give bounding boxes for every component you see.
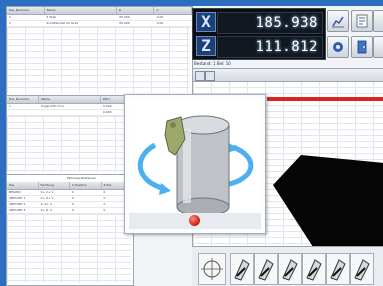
table-cell: 1	[9, 104, 11, 108]
column-header[interactable]: V	[154, 7, 192, 14]
table-cell: ABFAHRT 3	[9, 208, 26, 212]
table-cell: X+ Z- V	[40, 208, 53, 212]
chart-button[interactable]	[327, 10, 349, 32]
tool-icon	[306, 259, 322, 281]
table-cell: X+ Z+ V	[40, 196, 54, 200]
table-cell: 0	[72, 208, 74, 212]
toolbar-gear-icon	[333, 42, 343, 52]
tool-icon	[234, 259, 250, 281]
position-display: X 185.938 Z 111.812	[192, 8, 326, 60]
side-button-top[interactable]	[373, 10, 383, 32]
table-body: BEGINN X+ 2+ V 0 0 ABFAHRT 1 X+ Z+ V 0 0…	[7, 190, 133, 214]
tool-table-panel: Pos. Nummer Name Wert 1 Kugel (Ø5 mm) 0.…	[6, 95, 134, 175]
tool-button[interactable]	[326, 253, 350, 285]
axis-value-z: 111.812	[255, 39, 318, 55]
table-title: Fahrweg Positionen	[67, 176, 97, 180]
table-cell: X+ 2+ V	[40, 190, 54, 194]
axis-readout-x: 185.938	[217, 12, 323, 34]
toolbar-list-icon	[356, 14, 368, 28]
graph-toolbar-button[interactable]	[195, 71, 205, 81]
table-cell: 05.000	[119, 21, 130, 25]
table-cell: 0	[72, 202, 74, 206]
path-table-panel: Fahrweg Positionen Pos. Richtung X Posit…	[6, 174, 134, 286]
table-cell: ABFAHRT 2	[9, 202, 26, 206]
table-cell: BEGINN	[9, 190, 21, 194]
toolbar-door-icon	[357, 40, 367, 54]
table-cell	[39, 110, 101, 115]
table-cell: ABFAHRT 1	[9, 196, 26, 200]
table-cell: 05.000	[119, 15, 130, 19]
column-header[interactable]: Richtung	[39, 182, 70, 189]
tool-strip	[192, 246, 383, 286]
tool-icon	[330, 259, 346, 281]
part-preview-dialog	[124, 94, 266, 234]
tool-button[interactable]	[350, 253, 374, 285]
exit-button[interactable]	[351, 36, 373, 58]
settings-button[interactable]	[327, 36, 349, 58]
table-cell	[7, 110, 39, 115]
application-window: Pos. Nummer Name D V 1 5 Stab 05.000 0.0…	[6, 6, 383, 286]
table-empty-area	[7, 27, 190, 93]
progress-bar	[267, 97, 383, 101]
crosshair-icon	[201, 258, 223, 280]
tool-button[interactable]	[230, 253, 254, 285]
position-table-panel: Pos. Nummer Name D V 1 5 Stab 05.000 0.0…	[6, 6, 193, 96]
table-cell: X- Z+ V	[40, 202, 53, 206]
table-header: Pos. Richtung X Position Z Pos	[7, 182, 133, 190]
axis-label-z: Z	[196, 36, 216, 56]
column-header[interactable]: Name	[45, 7, 117, 14]
tool-button[interactable]	[302, 253, 326, 285]
table-header: Pos. Nummer Name Wert	[7, 96, 133, 104]
machine-profile-shape	[273, 155, 383, 247]
table-header: Pos. Nummer Name D V	[7, 7, 192, 15]
tool-button[interactable]	[254, 253, 278, 285]
tool-icon	[282, 259, 298, 281]
part-3d-preview	[129, 99, 261, 229]
table-cell: 0.00	[156, 15, 164, 19]
table-cell: 0	[72, 196, 74, 200]
table-cell: 1	[9, 15, 11, 19]
side-button-bottom[interactable]	[373, 36, 383, 58]
axis-label-x: X	[196, 12, 216, 32]
tool-icon	[258, 259, 274, 281]
table-cell: 5 Stab	[46, 15, 57, 19]
table-cell: 0	[72, 190, 74, 194]
close-button-icon[interactable]	[189, 215, 200, 226]
list-button[interactable]	[351, 10, 373, 32]
column-header[interactable]: X Position	[70, 182, 102, 189]
tool-icon	[354, 259, 370, 281]
tool-button[interactable]	[278, 253, 302, 285]
column-header[interactable]: Pos.	[7, 182, 39, 189]
toolbar-chart-icon	[332, 16, 344, 28]
table-cell: Schaltwinkel 20 Grad	[46, 21, 79, 25]
status-text: Bestand: 1 Bel: 10	[194, 61, 231, 66]
crosshair-button[interactable]	[198, 253, 226, 285]
table-cell: Kugel (Ø5 mm)	[41, 104, 64, 108]
table-cell: 0.00	[156, 21, 164, 25]
graph-toolbar-button[interactable]	[205, 71, 215, 81]
table-empty-area	[7, 214, 131, 283]
table-empty-area	[7, 116, 131, 172]
axis-value-x: 185.938	[255, 15, 318, 31]
table-cell: 2	[9, 21, 11, 25]
column-header[interactable]: D	[117, 7, 155, 14]
column-header[interactable]: Name	[39, 96, 101, 103]
graph-toolbar	[193, 69, 383, 82]
column-header[interactable]: Pos. Nummer	[7, 96, 40, 103]
axis-readout-z: 111.812	[217, 36, 323, 58]
column-header[interactable]: Pos. Nummer	[7, 7, 45, 14]
